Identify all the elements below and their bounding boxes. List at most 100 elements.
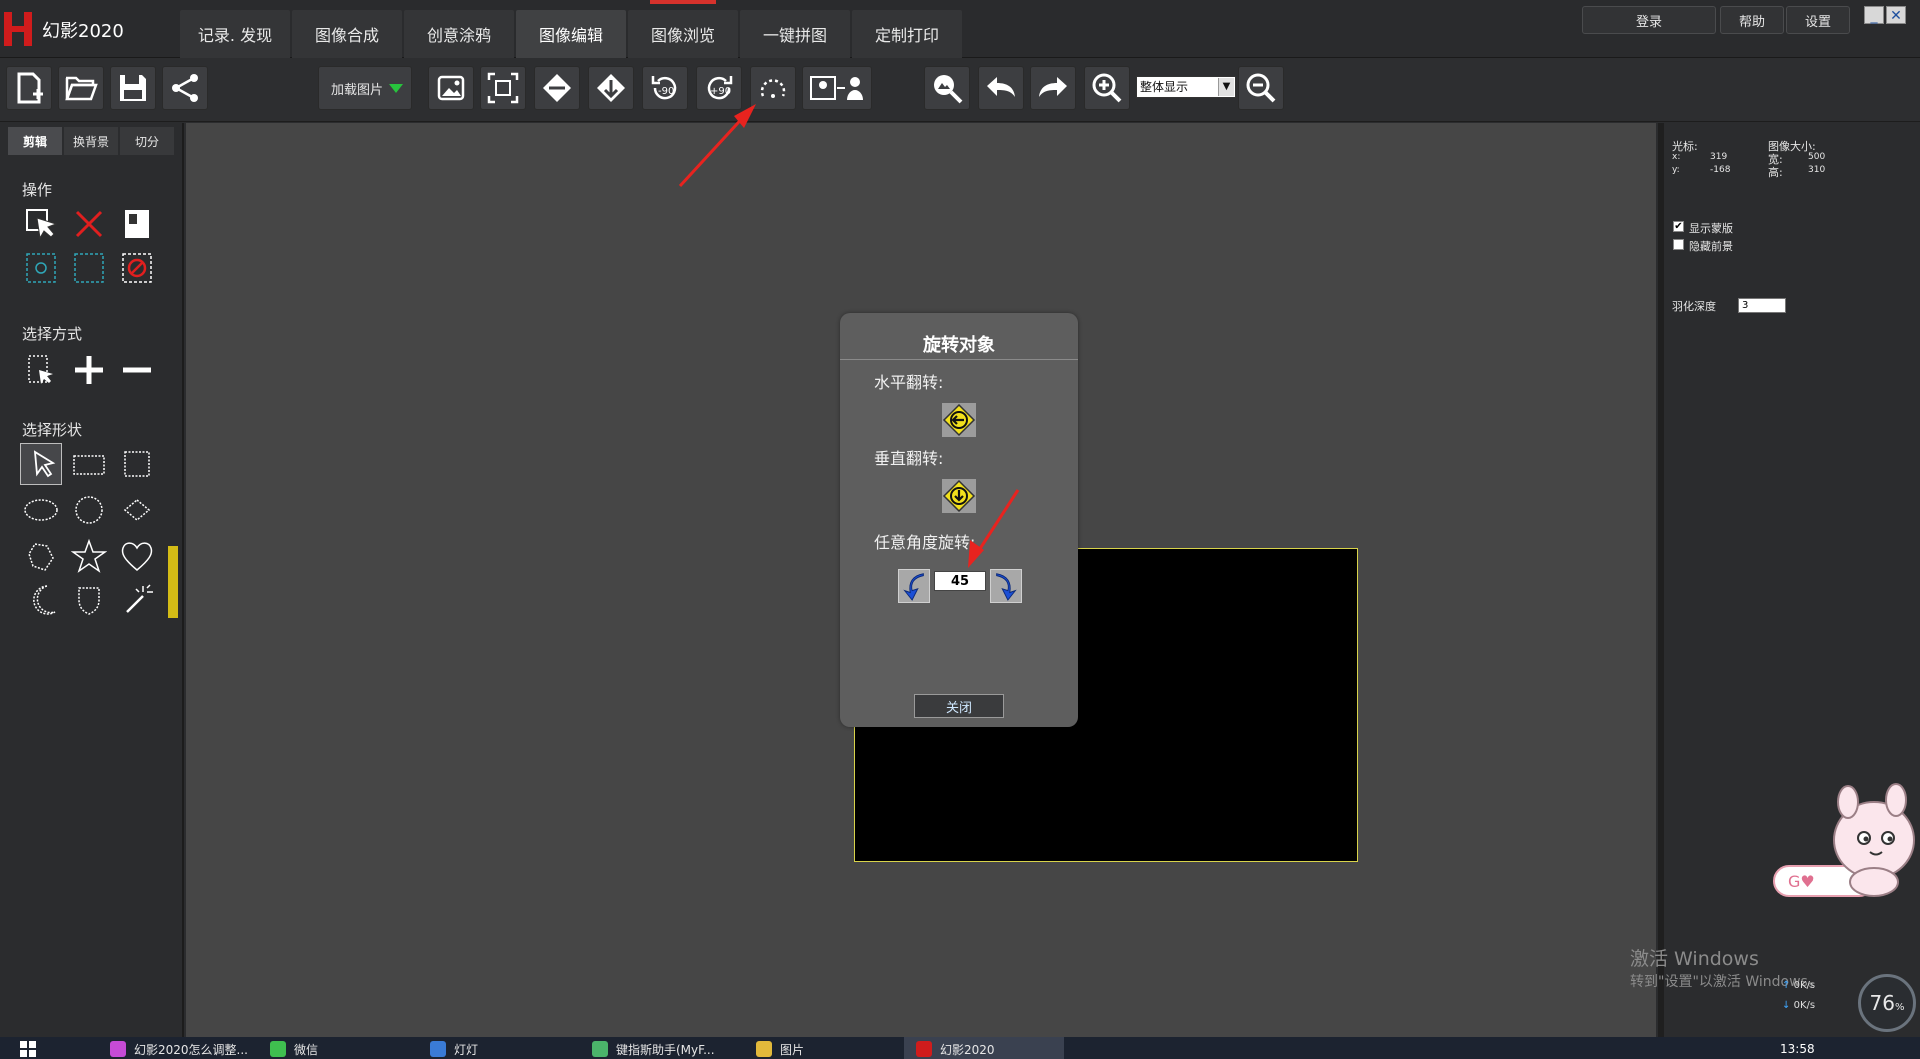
shape-rect-tool[interactable]: [68, 443, 110, 485]
height-label: 高:: [1768, 166, 1783, 179]
new-file-button[interactable]: [6, 66, 52, 110]
zoom-in-button[interactable]: [1084, 66, 1130, 110]
horizontal-flip-button[interactable]: [942, 403, 976, 437]
app-title: 幻影2020: [42, 21, 124, 42]
tab-clip[interactable]: 剪辑: [8, 127, 62, 155]
rotate-counterclockwise-button[interactable]: [898, 569, 930, 603]
svg-text:-90: -90: [658, 86, 674, 97]
undo-icon: [987, 77, 1015, 97]
rotate-angle-input[interactable]: [934, 571, 986, 591]
undo-button[interactable]: [978, 66, 1024, 110]
open-folder-button[interactable]: [58, 66, 104, 110]
taskbar-item-pictures[interactable]: 图片: [756, 1039, 804, 1059]
rotate-clockwise-button[interactable]: [990, 569, 1022, 603]
start-button[interactable]: [20, 1039, 36, 1059]
minimize-button[interactable]: _: [1864, 6, 1884, 24]
redo-button[interactable]: [1030, 66, 1076, 110]
shape-heart-tool[interactable]: [116, 535, 158, 577]
shape-circle-tool[interactable]: [68, 489, 110, 531]
load-image-label: 加载图片: [331, 82, 384, 98]
load-image-dropdown[interactable]: 加载图片: [318, 66, 412, 110]
remove-bg-button[interactable]: [924, 66, 970, 110]
tab-image-browse[interactable]: 图像浏览: [628, 10, 738, 58]
shape-moon-tool[interactable]: [20, 579, 62, 621]
shape-pointer-tool[interactable]: [20, 443, 62, 485]
select-add-mode[interactable]: [68, 349, 110, 391]
share-button[interactable]: [162, 66, 208, 110]
zoom-out-button[interactable]: [1238, 66, 1284, 110]
replace-person-button[interactable]: [802, 66, 872, 110]
settings-button[interactable]: 设置: [1786, 6, 1850, 34]
tab-image-edit[interactable]: 图像编辑: [516, 10, 626, 58]
shape-diamond-tool[interactable]: [116, 489, 158, 531]
copy-tool[interactable]: [116, 203, 158, 245]
rect-select-tool[interactable]: [68, 247, 110, 289]
tab-custom-print[interactable]: 定制打印: [852, 10, 962, 58]
shape-square-tool[interactable]: [116, 443, 158, 485]
login-button[interactable]: 登录: [1582, 6, 1716, 34]
shape-polygon-tool[interactable]: [20, 535, 62, 577]
shape-shield-tool[interactable]: [68, 579, 110, 621]
svg-text:G♥: G♥: [1788, 872, 1815, 891]
pointer-icon: [33, 450, 56, 478]
cancel-select-tool[interactable]: [116, 247, 158, 289]
taskbar-item-huanying[interactable]: 幻影2020: [916, 1039, 995, 1059]
magic-search-icon: [934, 75, 963, 104]
close-window-button[interactable]: ✕: [1886, 6, 1906, 24]
rotate-object-button[interactable]: [750, 66, 796, 110]
section-select-shape-label: 选择形状: [22, 421, 83, 439]
select-new-mode[interactable]: [20, 349, 62, 391]
tab-creative-doodle[interactable]: 创意涂鸦: [404, 10, 514, 58]
taskbar-item-lamp[interactable]: 灯灯: [430, 1039, 478, 1059]
image-fit-icon: [437, 75, 465, 101]
taskbar-item-label: 幻影2020怎么调整...: [134, 1042, 248, 1057]
upload-arrow-icon: ↑: [1782, 980, 1791, 991]
tab-record-discover[interactable]: 记录. 发现: [180, 10, 290, 58]
section-operation-label: 操作: [22, 181, 53, 199]
huanying-app-icon: [916, 1041, 932, 1057]
hide-foreground-checkbox[interactable]: [1673, 239, 1684, 250]
tab-change-bg[interactable]: 换背景: [64, 127, 118, 155]
flip-horizontal-button[interactable]: [534, 66, 580, 110]
feather-depth-input[interactable]: 3: [1738, 298, 1786, 313]
fit-image-button[interactable]: [428, 66, 474, 110]
zoom-select[interactable]: 整体显示 ▼: [1136, 76, 1236, 98]
save-button[interactable]: [110, 66, 156, 110]
memory-gauge[interactable]: 76%: [1858, 974, 1916, 1032]
help-button[interactable]: 帮助: [1720, 6, 1784, 34]
taskbar-item-label: 图片: [780, 1042, 805, 1057]
tab-split[interactable]: 切分: [120, 127, 174, 155]
full-size-button[interactable]: [480, 66, 526, 110]
app-logo-icon: [2, 12, 36, 46]
show-mask-checkbox[interactable]: ✔: [1673, 221, 1684, 232]
rotate-plus-90-button[interactable]: +90: [696, 66, 742, 110]
expand-icon: [487, 72, 519, 104]
redo-icon: [1039, 77, 1067, 97]
download-speed: 0K/s: [1793, 1000, 1816, 1011]
delete-tool[interactable]: [68, 203, 110, 245]
flip-vertical-button[interactable]: [588, 66, 634, 110]
taskbar-item-label: 幻影2020: [940, 1042, 995, 1057]
taskbar-item-browser[interactable]: 幻影2020怎么调整...: [110, 1039, 248, 1059]
toolbar: 加载图片 -90 +90 整体显示 ▼: [0, 58, 1920, 122]
taskbar-item-wechat[interactable]: 微信: [270, 1039, 318, 1059]
upload-speed: 0K/s: [1793, 980, 1816, 991]
vertical-flip-button[interactable]: [942, 479, 976, 513]
tab-one-click-collage[interactable]: 一键拼图: [740, 10, 850, 58]
free-rotate-label: 任意角度旋转:: [874, 533, 976, 552]
magic-wand-tool[interactable]: [116, 579, 158, 621]
rotate-minus-90-button[interactable]: -90: [642, 66, 688, 110]
circle-select-tool[interactable]: [20, 247, 62, 289]
shape-ellipse-tool[interactable]: [20, 489, 62, 531]
dialog-close-button[interactable]: 关闭: [914, 694, 1004, 718]
flip-left-arrow-icon: [942, 403, 976, 437]
tab-image-composite[interactable]: 图像合成: [292, 10, 402, 58]
taskbar-item-assistant[interactable]: 键指斯助手(MyF...: [592, 1039, 715, 1059]
select-subtract-mode[interactable]: [116, 349, 158, 391]
new-file-icon: [17, 72, 43, 104]
shape-star-tool[interactable]: [68, 535, 110, 577]
taskbar: 幻影2020怎么调整... 微信 灯灯 键指斯助手(MyF... 图片 幻影20…: [0, 1037, 1920, 1059]
select-pointer-tool[interactable]: [20, 203, 62, 245]
panel-collapse-handle[interactable]: [168, 546, 178, 618]
plus-icon: [75, 356, 103, 384]
